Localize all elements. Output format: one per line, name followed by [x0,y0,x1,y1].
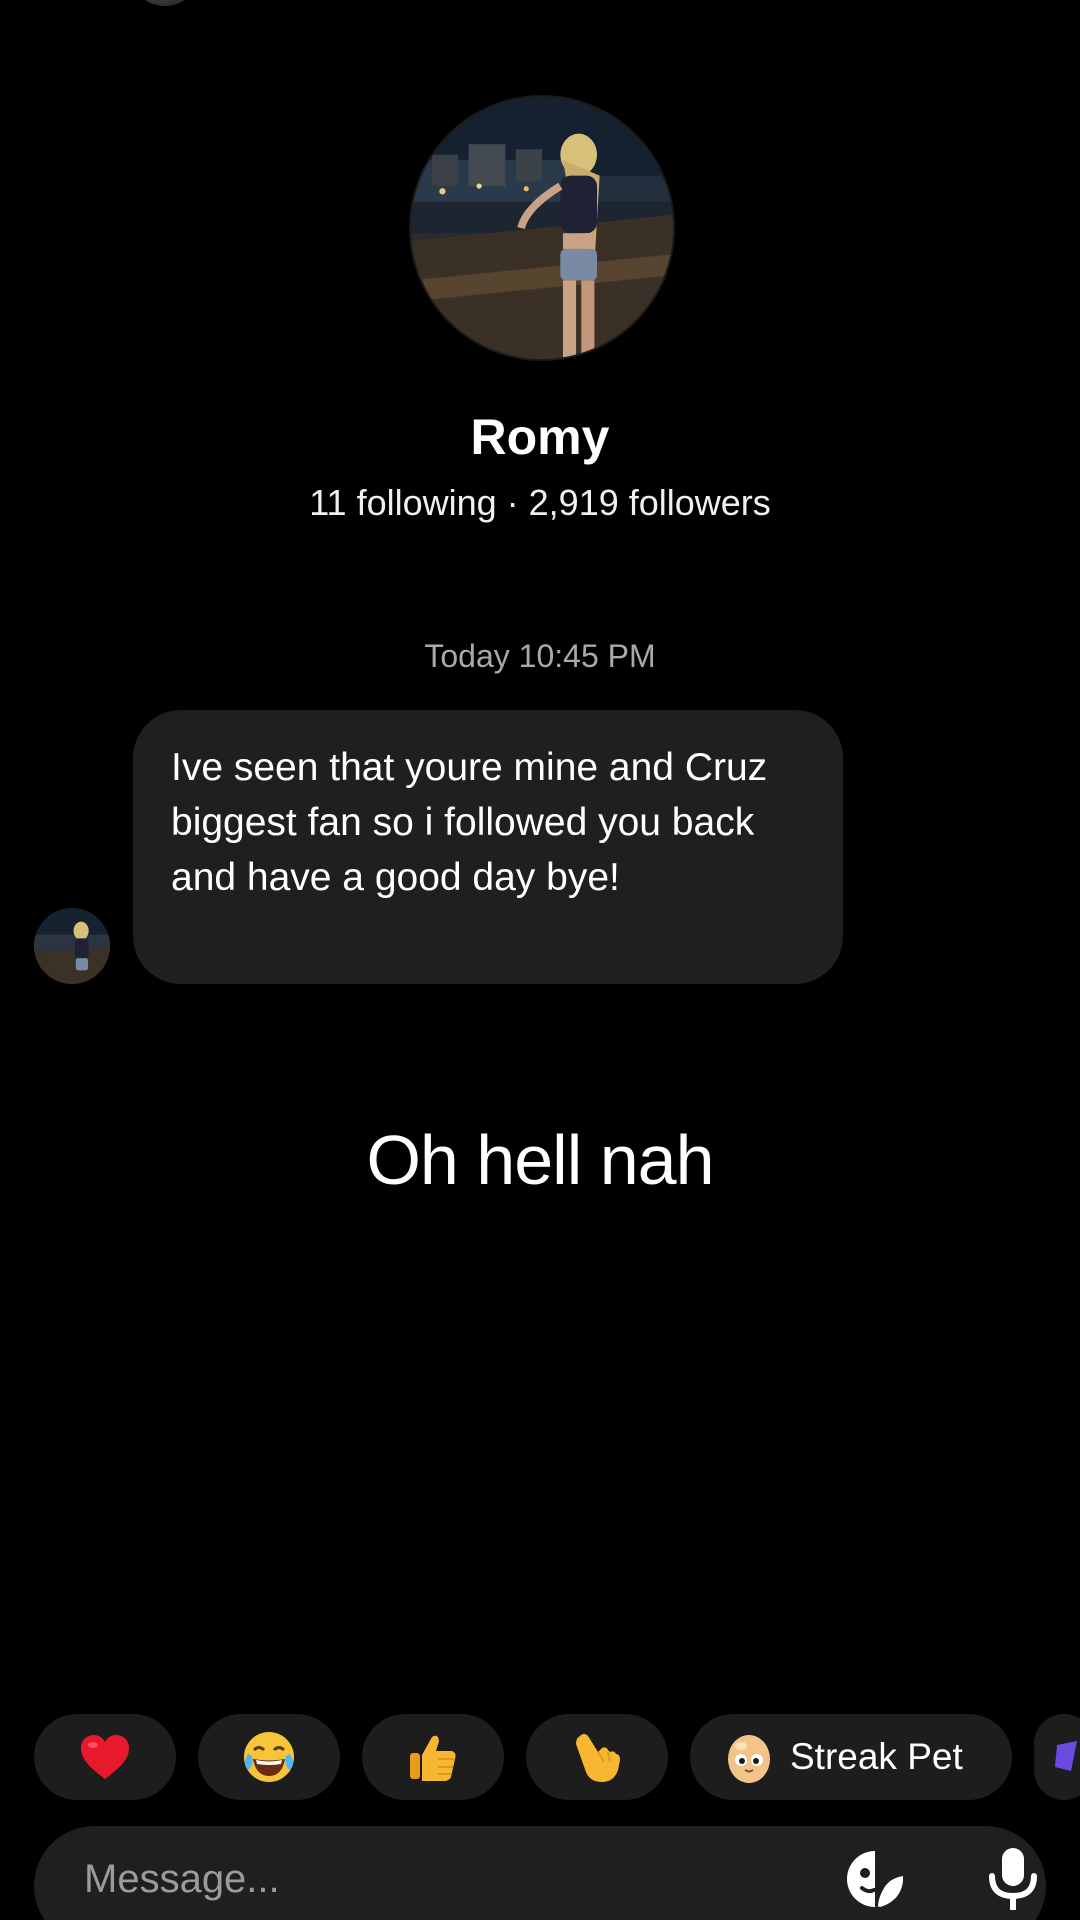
partial-chip-icon [1055,1741,1077,1771]
profile-avatar[interactable] [409,95,675,361]
profile-stats: 11 following · 2,919 followers [309,482,771,523]
thumbs-up-icon [410,1735,456,1781]
previous-avatar [135,0,195,6]
red-heart-icon [81,1735,129,1779]
egg-pet-icon [728,1735,770,1783]
quick-reply-thumbs-up[interactable] [362,1714,504,1800]
voice-message-button[interactable] [982,1846,1044,1912]
microphone-icon [989,1848,1037,1910]
tears-of-joy-icon [244,1732,294,1782]
message-timestamp: Today 10:45 PM [424,638,656,674]
streak-pet-label: Streak Pet [790,1736,963,1777]
chat-screen: Romy 11 following · 2,919 followers Toda… [0,0,1080,1920]
video-caption: Oh hell nah [366,1121,714,1199]
quick-reply-pointing[interactable] [526,1714,668,1800]
quick-reply-heart[interactable] [34,1714,176,1800]
quick-reply-bar: Streak Pet [34,1714,1080,1800]
quick-reply-more[interactable] [1034,1714,1080,1800]
sender-avatar[interactable] [34,908,110,984]
message-bubble[interactable]: Ive seen that youre mine and Cruz bigges… [133,710,843,984]
quick-reply-streak-pet[interactable]: Streak Pet [690,1714,1012,1800]
sticker-face-icon [847,1851,903,1907]
pointing-hand-icon [576,1734,620,1782]
profile-name[interactable]: Romy [0,408,1080,466]
sender-photo [34,908,110,984]
sticker-button[interactable] [844,1848,906,1910]
message-input[interactable] [82,1844,786,1914]
profile-photo [411,97,673,359]
quick-reply-laugh[interactable] [198,1714,340,1800]
message-composer [34,1826,1046,1920]
